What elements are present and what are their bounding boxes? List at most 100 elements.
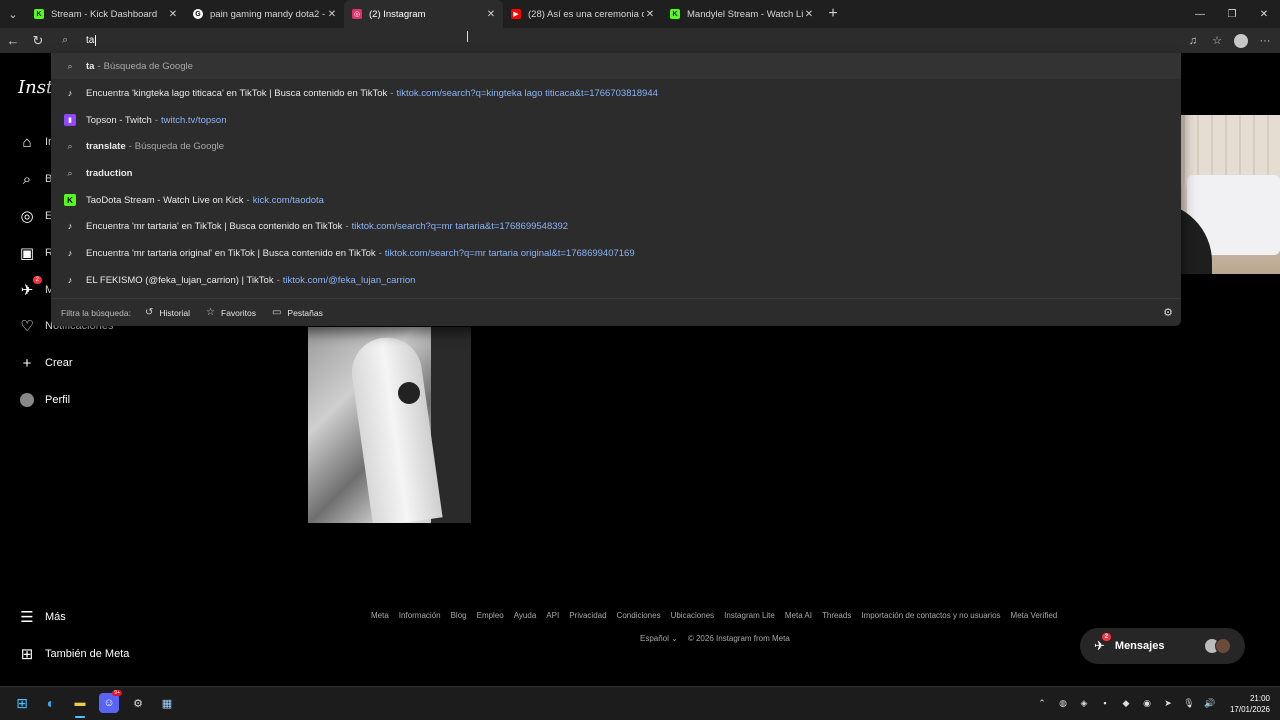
close-icon[interactable]: ✕ [485,9,497,20]
navigation-bar: ← ↻ ⌕ ta ♫ ☆ ··· [0,28,1280,53]
discord-icon[interactable]: ☺ 9+ [99,690,122,713]
profile-icon[interactable] [1232,32,1250,50]
tab-title: Stream - Kick Dashboard [51,8,158,20]
reload-icon[interactable]: ↻ [26,29,50,53]
footer-link[interactable]: Privacidad [569,611,606,620]
address-bar[interactable]: ⌕ ta [52,28,1181,53]
footer-link[interactable]: Ayuda [514,611,537,620]
filter-chip-favorites[interactable]: ☆ Favoritos [206,307,256,318]
language-select[interactable]: Español ⌄ [640,634,678,643]
reels-icon: ▣ [19,245,35,262]
footer-link[interactable]: API [546,611,559,620]
volume-icon[interactable]: 🔊 [1204,696,1216,710]
tray-app-icon[interactable]: ▪ [1099,696,1111,710]
tiktok-icon: ♪ [67,248,73,258]
tab-actions-menu-icon[interactable]: ⌄ [0,0,26,28]
messages-button[interactable]: ✈ 2 Mensajes [1080,628,1245,664]
toolbar-right: ♫ ☆ ··· [1184,28,1274,53]
footer-link[interactable]: Importación de contactos y no usuarios [861,611,1000,620]
tab-title: (2) Instagram [369,8,426,20]
tray-app-icon[interactable]: ◈ [1078,696,1090,710]
footer-link[interactable]: Condiciones [617,611,661,620]
compass-icon: ◎ [20,208,34,225]
footer-link[interactable]: Empleo [477,611,504,620]
footer-link[interactable]: Instagram Lite [724,611,775,620]
tab-kick-stream[interactable]: K Mandylel Stream - Watch Live on K ✕ [662,0,821,28]
suggestion-item[interactable]: ♪ Encuentra 'kingteka lago titicaca' en … [51,80,1181,106]
tray-app-icon[interactable]: ◆ [1120,696,1132,710]
footer-link[interactable]: Información [399,611,441,620]
suggestion-text: Encuentra 'mr tartaria original' en TikT… [86,247,376,259]
suggestion-item[interactable]: ⌕ traduction [51,160,1181,186]
close-window-icon[interactable]: ✕ [1248,0,1280,28]
suggestion-item[interactable]: ♪ EL FEKISMO (@feka_lujan_carrion) | Tik… [51,267,1181,293]
suggestion-item[interactable]: ⌕ ta - Búsqueda de Google [51,53,1181,79]
window-controls: — ❐ ✕ [1184,0,1280,28]
footer-link[interactable]: Ubicaciones [671,611,715,620]
microphone-icon[interactable]: 🎙 [1183,696,1195,710]
suggestion-url: kick.com/taodota [252,194,324,206]
favorites-icon[interactable]: ☆ [1208,32,1226,50]
suggestion-text: TaoDota Stream - Watch Live on Kick [86,194,244,206]
close-icon[interactable]: ✕ [803,9,815,20]
suggestion-item[interactable]: ⌕ translate - Búsqueda de Google [51,133,1181,159]
suggestion-text: traduction [86,167,133,179]
footer-link[interactable]: Meta Verified [1011,611,1058,620]
steam-icon[interactable]: ◉ [1141,696,1153,710]
address-input[interactable]: ta [86,34,97,46]
windows-start-icon[interactable]: ⊞ [12,693,32,713]
sidebar-item-search[interactable]: ⌕ B [18,170,53,188]
chevron-up-icon[interactable]: ⌃ [1036,696,1048,710]
gear-icon[interactable]: ⚙ [1163,306,1173,319]
suggestion-item[interactable]: ♪ Encuentra 'mr tartaria original' en Ti… [51,240,1181,266]
search-icon: ⌕ [22,170,32,188]
suggestion-text: Topson - Twitch [86,114,152,126]
minimize-icon[interactable]: — [1184,0,1216,28]
back-icon[interactable]: ← [1,29,25,53]
post-image[interactable] [308,327,471,523]
sidebar-item-reels[interactable]: ▣ R [18,244,53,262]
close-icon[interactable]: ✕ [326,9,338,20]
send-icon[interactable]: ➤ [1162,696,1174,710]
history-icon: ↺ [144,307,154,318]
filter-chip-tabs[interactable]: ▭ Pestañas [272,307,323,318]
clock[interactable]: 21:00 17/01/2026 [1230,693,1270,715]
new-tab-button[interactable]: + [821,5,845,23]
more-menu-icon[interactable]: ··· [1256,32,1274,50]
footer-link[interactable]: Blog [451,611,467,620]
google-icon: G [193,9,203,19]
tab-instagram[interactable]: ◎ (2) Instagram ✕ [344,0,503,28]
close-icon[interactable]: ✕ [644,9,656,20]
sidebar-item-messages[interactable]: ✈ 2 M [18,276,54,299]
suggestion-item[interactable]: ♪ Encuentra 'mr tartaria' en TikTok | Bu… [51,213,1181,239]
tray-app-icon[interactable]: ◍ [1057,696,1069,710]
sidebar-item-label: Crear [45,357,73,369]
sidebar-item-also-from-meta[interactable]: ⊞ También de Meta [18,645,130,663]
close-icon[interactable]: ✕ [167,9,179,20]
tab-google-search[interactable]: G pain gaming mandy dota2 - Busca ✕ [185,0,344,28]
instagram-icon: ◎ [352,9,362,19]
edge-icon[interactable]: ◐ [41,693,61,713]
file-explorer-icon[interactable]: ▬ [70,693,90,718]
tab-kick-dashboard[interactable]: K Stream - Kick Dashboard ✕ [26,0,185,28]
tab-youtube[interactable]: ▶ (28) Así es una ceremonia de ayah ✕ [503,0,662,28]
media-icon[interactable]: ♫ [1184,32,1202,50]
calculator-icon[interactable]: ▦ [157,693,177,713]
sidebar-item-home[interactable]: ⌂ In [18,133,54,151]
footer-link[interactable]: Meta [371,611,389,620]
footer-link[interactable]: Threads [822,611,851,620]
maximize-icon[interactable]: ❐ [1216,0,1248,28]
suggestion-item[interactable]: K TaoDota Stream - Watch Live on Kick -k… [51,187,1181,213]
tiktok-icon: ♪ [67,221,73,231]
filter-chip-history[interactable]: ↺ Historial [145,307,190,318]
sidebar-item-create[interactable]: + Crear [18,354,73,372]
message-avatars [1204,638,1231,654]
sidebar-item-explore[interactable]: ◎ E [18,207,52,225]
suggestion-item[interactable]: ▮ Topson - Twitch - twitch.tv/topson [51,107,1181,133]
sidebar-item-more[interactable]: ☰ Más [18,608,66,626]
footer-link[interactable]: Meta AI [785,611,812,620]
copyright-text: © 2026 Instagram from Meta [687,634,790,643]
settings-icon[interactable]: ⚙ [128,693,148,713]
chip-label: Pestañas [287,307,323,318]
sidebar-item-profile[interactable]: Perfil [18,391,70,409]
